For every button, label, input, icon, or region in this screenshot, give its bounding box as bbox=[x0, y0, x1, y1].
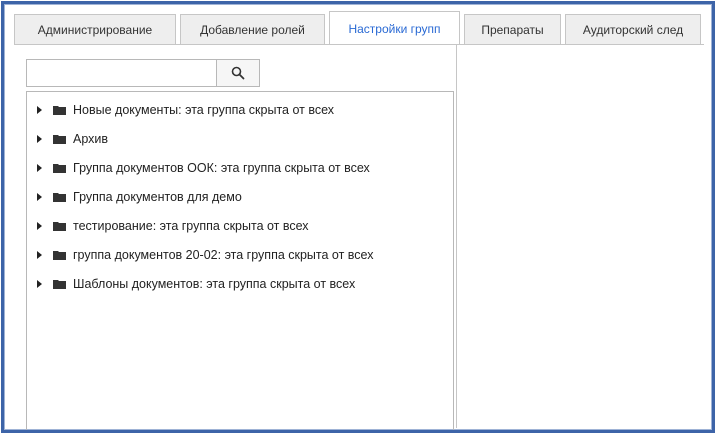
tab-group-settings[interactable]: Настройки групп bbox=[329, 11, 460, 45]
folder-icon bbox=[53, 250, 66, 260]
group-tree: Новые документы: эта группа скрыта от вс… bbox=[26, 91, 454, 430]
tab-bar: Администрирование Добавление ролей Настр… bbox=[14, 8, 704, 45]
tree-item-label: Новые документы: эта группа скрыта от вс… bbox=[73, 102, 335, 117]
expand-caret-icon[interactable] bbox=[37, 105, 42, 114]
expand-caret-icon[interactable] bbox=[37, 163, 42, 172]
tree-item[interactable]: Шаблоны документов: эта группа скрыта от… bbox=[27, 269, 453, 298]
folder-icon bbox=[53, 163, 66, 173]
tab-drugs[interactable]: Препараты bbox=[464, 14, 561, 44]
tree-item[interactable]: Группа документов ООК: эта группа скрыта… bbox=[27, 153, 453, 182]
search-input[interactable] bbox=[26, 59, 216, 87]
tree-item-label: Архив bbox=[73, 131, 109, 146]
tree-item-label: Группа документов для демо bbox=[73, 189, 242, 204]
search-icon bbox=[231, 66, 245, 80]
folder-icon bbox=[53, 192, 66, 202]
group-tree-pane: Новые документы: эта группа скрыта от вс… bbox=[14, 45, 457, 430]
folder-icon bbox=[53, 279, 66, 289]
tab-administration[interactable]: Администрирование bbox=[14, 14, 176, 44]
window-frame: Администрирование Добавление ролей Настр… bbox=[1, 1, 715, 433]
tree-item-label: тестирование: эта группа скрыта от всех bbox=[73, 218, 309, 233]
expand-caret-icon[interactable] bbox=[37, 279, 42, 288]
tree-item[interactable]: тестирование: эта группа скрыта от всех bbox=[27, 211, 453, 240]
tree-item[interactable]: Архив bbox=[27, 124, 453, 153]
expand-caret-icon[interactable] bbox=[37, 221, 42, 230]
tab-content-panel: Новые документы: эта группа скрыта от вс… bbox=[14, 44, 704, 430]
expand-caret-icon[interactable] bbox=[37, 134, 42, 143]
search-button[interactable] bbox=[216, 59, 260, 87]
tree-item-label: Группа документов ООК: эта группа скрыта… bbox=[73, 160, 370, 175]
tree-item-label: Шаблоны документов: эта группа скрыта от… bbox=[73, 276, 356, 291]
expand-caret-icon[interactable] bbox=[37, 250, 42, 259]
tree-item-label: группа документов 20-02: эта группа скры… bbox=[73, 247, 374, 262]
folder-icon bbox=[53, 221, 66, 231]
expand-caret-icon[interactable] bbox=[37, 192, 42, 201]
tab-add-roles[interactable]: Добавление ролей bbox=[180, 14, 325, 44]
tree-item[interactable]: Группа документов для демо bbox=[27, 182, 453, 211]
folder-icon bbox=[53, 134, 66, 144]
search-bar bbox=[26, 59, 260, 87]
tree-item[interactable]: Новые документы: эта группа скрыта от вс… bbox=[27, 95, 453, 124]
tab-audit-trail[interactable]: Аудиторский след bbox=[565, 14, 701, 44]
folder-icon bbox=[53, 105, 66, 115]
tree-item[interactable]: группа документов 20-02: эта группа скры… bbox=[27, 240, 453, 269]
